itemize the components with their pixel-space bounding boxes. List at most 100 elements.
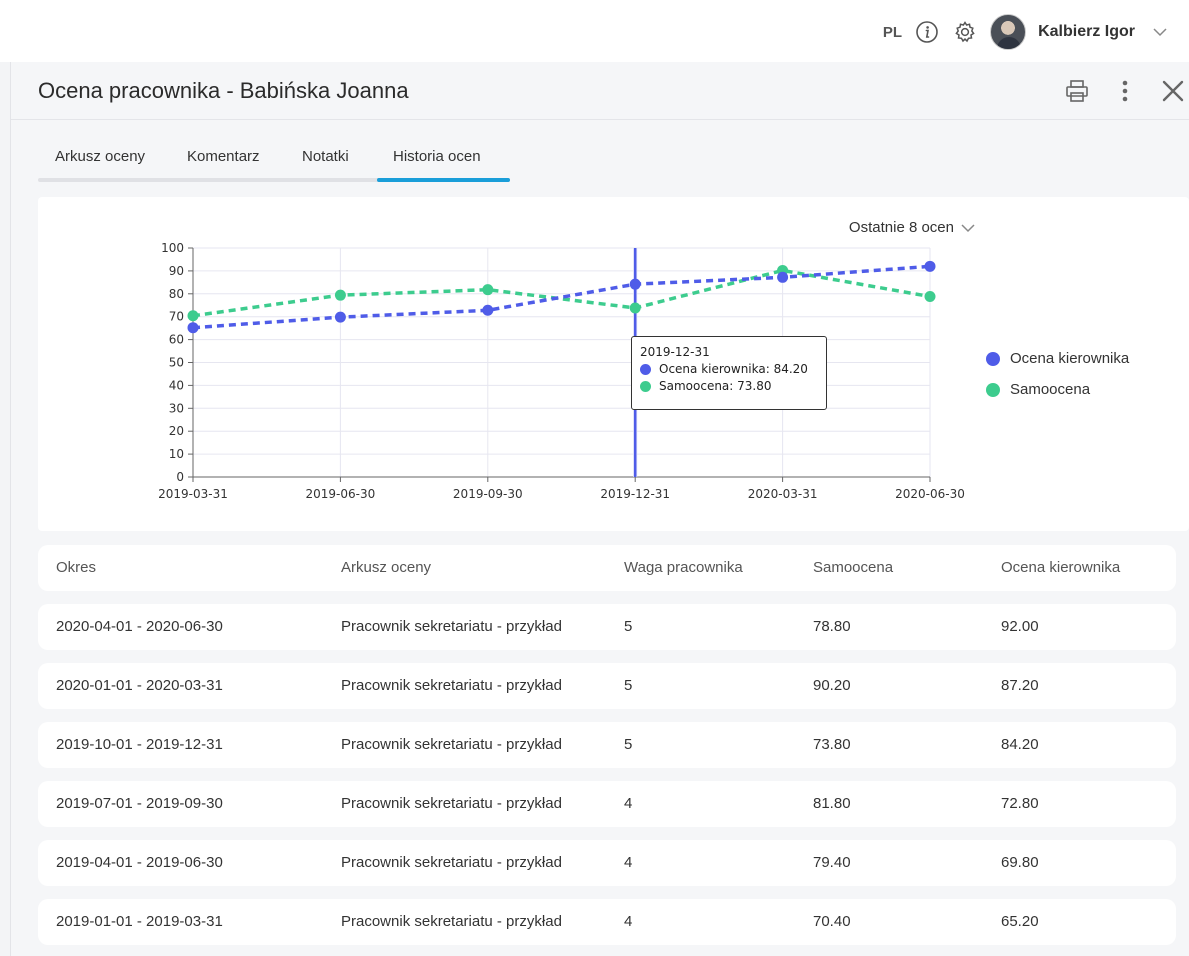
cell-okres: 2020-04-01 - 2020-06-30 [56, 618, 223, 635]
series-line-manager [192, 264, 931, 330]
tab-arkusz-oceny[interactable]: Arkusz oceny [55, 148, 145, 165]
table-row[interactable]: 2019-04-01 - 2019-06-30 Pracownik sekreta… [38, 840, 1176, 886]
column-header-okres[interactable]: Okres [56, 559, 96, 576]
y-tick-label: 80 [169, 287, 184, 301]
more-vert-icon[interactable] [1108, 74, 1142, 108]
cell-waga: 5 [624, 677, 633, 694]
cell-arkusz: Pracownik sekretariatu - przykład [341, 795, 562, 812]
tab-active-indicator [377, 178, 510, 182]
x-tick-label: 2019-03-31 [158, 487, 228, 501]
cell-samoocena: 70.40 [813, 913, 851, 930]
x-tick-label: 2020-06-30 [895, 487, 965, 501]
legend-item-self[interactable]: Samoocena [986, 381, 1129, 398]
info-icon[interactable] [914, 19, 940, 45]
chart-tooltip: 2019-12-31 Ocena kierownika: 84.20 Samoo… [631, 336, 827, 410]
data-point-manager [482, 304, 494, 316]
data-point-manager [924, 260, 936, 272]
cell-okres: 2019-04-01 - 2019-06-30 [56, 854, 223, 871]
table-row[interactable]: 2019-10-01 - 2019-12-31 Pracownik sekreta… [38, 722, 1176, 768]
y-tick-label: 100 [161, 241, 184, 255]
data-point-self [924, 291, 936, 303]
language-switch[interactable]: PL [883, 24, 902, 41]
panel-header: Ocena pracownika - Babińska Joanna [11, 62, 1189, 120]
cell-waga: 5 [624, 618, 633, 635]
cell-arkusz: Pracownik sekretariatu - przykład [341, 736, 562, 753]
cell-samoocena: 90.20 [813, 677, 851, 694]
page-title: Ocena pracownika - Babińska Joanna [38, 78, 409, 103]
data-point-self [629, 302, 641, 314]
cell-waga: 4 [624, 795, 633, 812]
tooltip-dot-self [640, 380, 651, 392]
cell-arkusz: Pracownik sekretariatu - przykład [341, 618, 562, 635]
y-tick-label: 20 [169, 424, 184, 438]
panel-actions [1060, 74, 1189, 108]
y-tick-label: 90 [169, 264, 184, 278]
y-tick-label: 40 [169, 378, 184, 392]
table-row[interactable]: 2019-01-01 - 2019-03-31 Pracownik sekreta… [38, 899, 1176, 945]
legend-label-self: Samoocena [1010, 381, 1091, 398]
cell-samoocena: 73.80 [813, 736, 851, 753]
cell-samoocena: 81.80 [813, 795, 851, 812]
data-point-manager [187, 322, 199, 334]
print-icon[interactable] [1060, 74, 1094, 108]
cell-ocena-kierownika: 84.20 [1001, 736, 1039, 753]
table-row[interactable]: 2019-07-01 - 2019-09-30 Pracownik sekreta… [38, 781, 1176, 827]
chevron-down-icon[interactable] [1147, 19, 1173, 45]
y-tick-label: 30 [169, 401, 184, 415]
data-point-manager [629, 278, 641, 290]
range-select[interactable]: Ostatnie 8 ocen [849, 219, 976, 236]
cell-waga: 4 [624, 913, 633, 930]
x-tick-label: 2019-09-30 [453, 487, 523, 501]
data-point-manager [777, 271, 789, 283]
cell-waga: 5 [624, 736, 633, 753]
range-select-value: Ostatnie 8 ocen [848, 219, 954, 236]
table-row[interactable]: 2020-04-01 - 2020-06-30 Pracownik sekreta… [38, 604, 1176, 650]
cell-arkusz: Pracownik sekretariatu - przykład [341, 677, 562, 694]
gear-icon[interactable] [952, 19, 978, 45]
cell-okres: 2020-01-01 - 2020-03-31 [56, 677, 223, 694]
tab-notatki[interactable]: Notatki [302, 148, 349, 165]
table-row[interactable]: 2020-01-01 - 2020-03-31 Pracownik sekreta… [38, 663, 1176, 709]
y-tick-label: 0 [176, 470, 184, 484]
x-tick-label: 2019-06-30 [306, 487, 376, 501]
close-icon[interactable] [1156, 74, 1189, 108]
tooltip-row-self: Samoocena: 73.80 [640, 379, 818, 393]
top-bar-actions: PL Kalbierz Igor [883, 14, 1173, 50]
data-point-self [187, 310, 199, 322]
x-tick-label: 2019-12-31 [600, 487, 670, 501]
cell-okres: 2019-01-01 - 2019-03-31 [56, 913, 223, 930]
history-chart-card: 0 10 20 30 40 50 60 70 80 90 100 2019-03-31 2019-06-… [38, 197, 1189, 531]
data-point-self [482, 284, 494, 296]
table-header: Okres Arkusz oceny Waga pracownika Samoo… [38, 545, 1176, 591]
cell-samoocena: 79.40 [813, 854, 851, 871]
column-header-ocena-kierownika[interactable]: Ocena kierownika [1001, 559, 1120, 576]
column-header-waga[interactable]: Waga pracownika [624, 559, 743, 576]
tooltip-title: 2019-12-31 [640, 345, 710, 359]
cell-ocena-kierownika: 69.80 [1001, 854, 1039, 871]
cell-ocena-kierownika: 72.80 [1001, 795, 1039, 812]
cell-okres: 2019-10-01 - 2019-12-31 [56, 736, 223, 753]
cell-waga: 4 [624, 854, 633, 871]
tab-bar: Arkusz oceny Komentarz Notatki Historia … [38, 144, 510, 182]
user-name[interactable]: Kalbierz Igor [1038, 23, 1135, 41]
evaluation-panel: Ocena pracownika - Babińska Joanna Arkus… [10, 62, 1189, 956]
tooltip-row-manager: Ocena kierownika: 84.20 [640, 362, 818, 376]
chart-legend: Ocena kierownika Samoocena [986, 350, 1129, 412]
cell-okres: 2019-07-01 - 2019-09-30 [56, 795, 223, 812]
x-tick-label: 2020-03-31 [748, 487, 818, 501]
cell-ocena-kierownika: 87.20 [1001, 677, 1039, 694]
legend-item-manager[interactable]: Ocena kierownika [986, 350, 1129, 367]
y-tick-label: 50 [169, 356, 184, 370]
series-line-self [192, 268, 931, 318]
column-header-samoocena[interactable]: Samoocena [813, 559, 893, 576]
avatar[interactable] [990, 14, 1027, 50]
column-header-arkusz[interactable]: Arkusz oceny [341, 559, 431, 576]
data-point-manager [334, 311, 346, 323]
y-tick-label: 60 [169, 333, 184, 347]
cell-ocena-kierownika: 92.00 [1001, 618, 1039, 635]
tab-historia-ocen[interactable]: Historia ocen [393, 148, 481, 165]
legend-dot-manager [986, 351, 1000, 366]
tab-komentarz[interactable]: Komentarz [187, 148, 260, 165]
tooltip-dot-manager [640, 363, 651, 375]
data-point-self [334, 289, 346, 301]
